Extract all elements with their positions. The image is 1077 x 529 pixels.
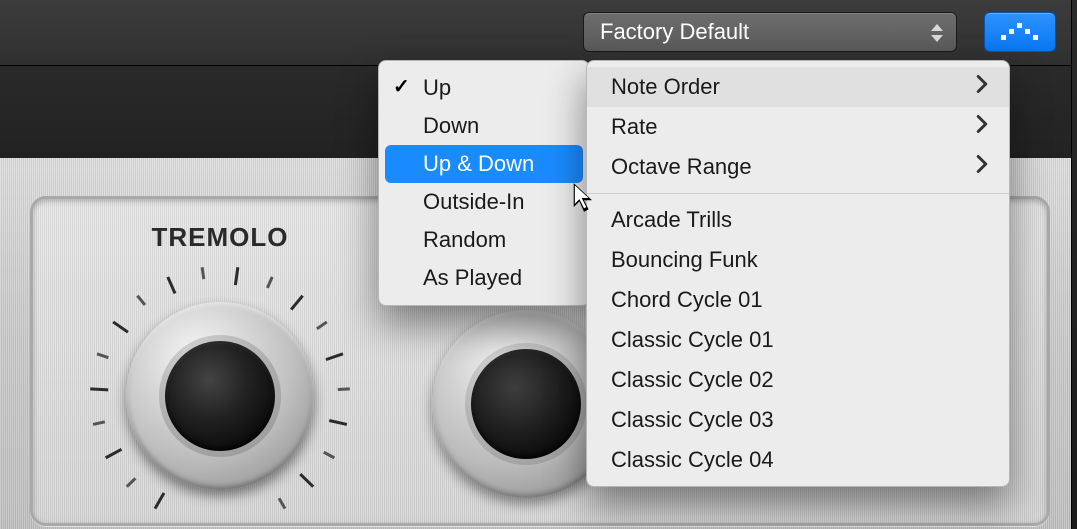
knob-tick — [201, 267, 206, 279]
menu-preset-item[interactable]: Chord Cycle 01 — [587, 280, 1009, 320]
submenu-item[interactable]: Down — [379, 107, 589, 145]
menu-preset-item[interactable]: Classic Cycle 02 — [587, 360, 1009, 400]
menu-item-octave-range[interactable]: Octave Range — [587, 147, 1009, 187]
submenu-item-label: Up & Down — [423, 151, 567, 177]
submenu-item-label: Down — [423, 113, 573, 139]
knob-tick — [126, 477, 137, 488]
menu-preset-item[interactable]: Classic Cycle 04 — [587, 440, 1009, 480]
menu-item-label: Octave Range — [611, 154, 975, 180]
knob-tick — [316, 321, 328, 330]
submenu-item[interactable]: Up — [379, 69, 589, 107]
menu-item-rate[interactable]: Rate — [587, 107, 1009, 147]
knob-tick — [325, 352, 343, 361]
knob-tick — [299, 473, 314, 488]
menu-preset-item[interactable]: Arcade Trills — [587, 200, 1009, 240]
submenu-item-label: Up — [423, 75, 573, 101]
context-menu[interactable]: Note Order Rate Octave Range Arcade Trills B… — [586, 60, 1010, 487]
menu-item-label: Arcade Trills — [611, 207, 989, 233]
knob-tick — [234, 267, 239, 285]
submenu-item-label: Random — [423, 227, 573, 253]
knob-tick — [136, 295, 146, 306]
menu-item-note-order[interactable]: Note Order — [587, 67, 1009, 107]
chevron-right-icon — [975, 154, 989, 180]
menu-preset-item[interactable]: Classic Cycle 01 — [587, 320, 1009, 360]
knob-tick — [105, 448, 122, 459]
menu-item-label: Classic Cycle 01 — [611, 327, 989, 353]
menu-item-label: Rate — [611, 114, 975, 140]
knob-tick — [278, 497, 287, 509]
preset-stepper-icon[interactable] — [926, 19, 948, 47]
arpeggiator-icon — [998, 21, 1042, 43]
knob-tick — [90, 387, 108, 391]
submenu-note-order[interactable]: Up Down Up & Down Outside-In Random As Played — [378, 60, 590, 306]
menu-separator — [587, 193, 1009, 194]
submenu-item-label: Outside-In — [423, 189, 573, 215]
knob-tick — [290, 295, 304, 311]
menu-item-label: Bouncing Funk — [611, 247, 989, 273]
submenu-item[interactable]: Up & Down — [385, 145, 583, 183]
preset-dropdown[interactable]: Factory Default — [583, 12, 957, 52]
knob-tick — [93, 420, 105, 426]
chevron-right-icon — [975, 74, 989, 100]
chevron-right-icon — [975, 114, 989, 140]
knob-tick — [154, 492, 166, 509]
knob-tick — [323, 451, 335, 459]
knob-tick — [166, 276, 176, 294]
menu-item-label: Chord Cycle 01 — [611, 287, 989, 313]
knob-label-tremolo: TREMOLO — [90, 222, 350, 253]
window-edge — [1071, 0, 1077, 529]
tremolo-knob[interactable] — [70, 256, 370, 529]
submenu-item-label: As Played — [423, 265, 573, 291]
knob-tick — [112, 321, 129, 334]
menu-preset-item[interactable]: Bouncing Funk — [587, 240, 1009, 280]
submenu-item[interactable]: Outside-In — [379, 183, 589, 221]
preset-label: Factory Default — [600, 19, 749, 45]
menu-item-label: Classic Cycle 02 — [611, 367, 989, 393]
menu-item-label: Classic Cycle 03 — [611, 407, 989, 433]
submenu-item[interactable]: Random — [379, 221, 589, 259]
knob-tick — [329, 419, 347, 426]
knob-tick — [97, 352, 109, 359]
submenu-item[interactable]: As Played — [379, 259, 589, 297]
arpeggiator-button[interactable] — [984, 12, 1056, 52]
menu-item-label: Classic Cycle 04 — [611, 447, 989, 473]
knob-dial[interactable] — [126, 302, 314, 490]
menu-preset-item[interactable]: Classic Cycle 03 — [587, 400, 1009, 440]
menu-item-label: Note Order — [611, 74, 975, 100]
knob-tick — [338, 387, 350, 391]
knob-tick — [266, 276, 274, 288]
